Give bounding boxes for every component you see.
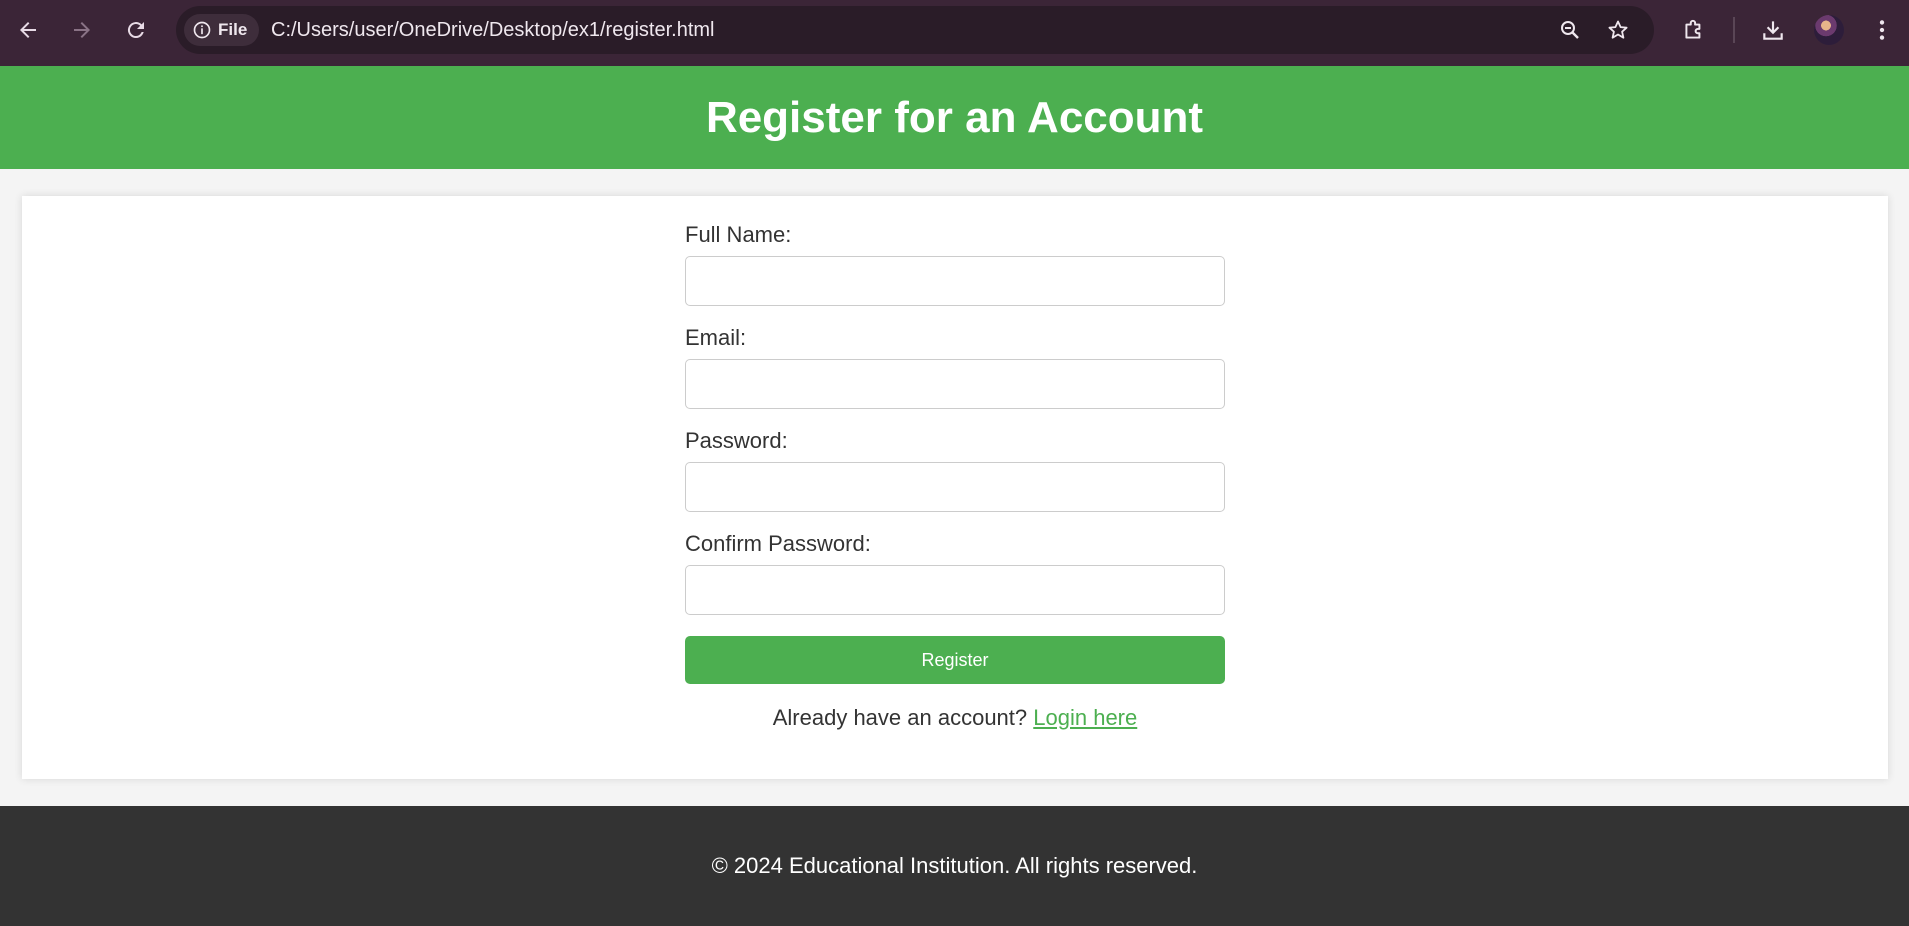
reload-icon bbox=[127, 22, 144, 39]
toolbar-divider bbox=[1733, 17, 1735, 43]
download-icon bbox=[1763, 21, 1783, 40]
site-chip-label: File bbox=[218, 20, 248, 39]
address-bar[interactable]: File C:/Users/user/OneDrive/Desktop/ex1/… bbox=[176, 6, 1654, 54]
password-label: Password: bbox=[685, 428, 788, 453]
confirm-password-input[interactable] bbox=[685, 565, 1225, 615]
confirm-password-label: Confirm Password: bbox=[685, 531, 871, 556]
full-name-input[interactable] bbox=[685, 256, 1225, 306]
forward-arrow-icon bbox=[74, 22, 90, 38]
reload-button[interactable] bbox=[116, 10, 156, 50]
browser-toolbar: File C:/Users/user/OneDrive/Desktop/ex1/… bbox=[0, 0, 1909, 66]
login-prompt-text: Already have an account? bbox=[772, 705, 1028, 730]
full-name-label: Full Name: bbox=[685, 222, 792, 247]
page-title: Register for an Account bbox=[705, 92, 1204, 142]
more-vert-icon bbox=[1879, 20, 1885, 40]
login-link[interactable]: Login here bbox=[1033, 705, 1137, 730]
downloads-button[interactable] bbox=[1757, 14, 1789, 46]
password-input[interactable] bbox=[685, 462, 1225, 512]
back-arrow-icon bbox=[20, 22, 36, 38]
forward-button[interactable] bbox=[62, 10, 102, 50]
url-text[interactable]: C:/Users/user/OneDrive/Desktop/ex1/regis… bbox=[271, 19, 715, 42]
site-info-chip[interactable]: File bbox=[184, 14, 260, 46]
zoom-button[interactable] bbox=[1556, 16, 1584, 44]
footer-copyright: © 2024 Educational Institution. All righ… bbox=[711, 853, 1198, 878]
profile-avatar[interactable] bbox=[1814, 15, 1844, 45]
bookmark-button[interactable] bbox=[1604, 16, 1632, 44]
page-footer: © 2024 Educational Institution. All righ… bbox=[0, 806, 1909, 926]
star-icon bbox=[1608, 20, 1628, 39]
login-prompt: Already have an account? Login here bbox=[685, 705, 1225, 731]
email-input[interactable] bbox=[685, 359, 1225, 409]
extensions-button[interactable] bbox=[1678, 14, 1710, 46]
email-label: Email: bbox=[685, 325, 747, 350]
registration-card: Full Name: Email: Password: Confirm Pass… bbox=[22, 196, 1888, 779]
page-header: Register for an Account bbox=[0, 66, 1909, 169]
browser-menu-button[interactable] bbox=[1866, 14, 1898, 46]
zoom-icon bbox=[1561, 21, 1579, 39]
register-button[interactable]: Register bbox=[685, 636, 1225, 684]
back-button[interactable] bbox=[8, 10, 48, 50]
extensions-icon bbox=[1685, 19, 1701, 39]
info-icon bbox=[193, 21, 211, 39]
